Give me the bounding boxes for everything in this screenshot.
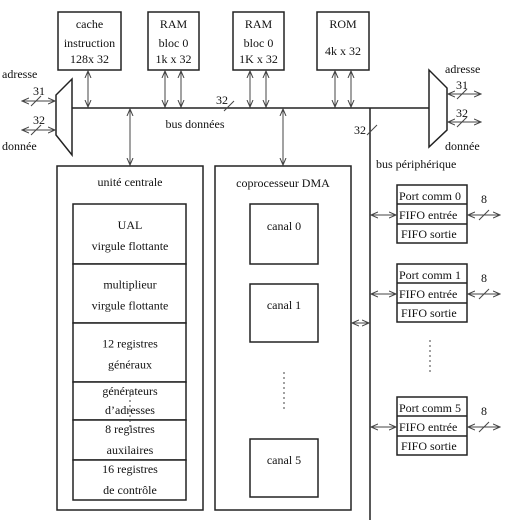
fifo-out-label: FIFO sortie	[401, 306, 457, 320]
fifo-out-label: FIFO sortie	[401, 439, 457, 453]
fifo-out-label: FIFO sortie	[401, 227, 457, 241]
cpu-unit	[72, 203, 187, 265]
memory-label: cache	[76, 17, 103, 31]
left-address-label: adresse	[2, 67, 37, 81]
right-address-label: adresse	[445, 62, 480, 76]
memory-label: bloc 0	[244, 36, 274, 50]
left-data-width: 32	[33, 113, 45, 127]
fifo-in-label: FIFO entrée	[399, 287, 457, 301]
fifo-in-label: FIFO entrée	[399, 420, 457, 434]
bus-width-label: 32	[216, 93, 228, 107]
memory-label: RAM	[245, 17, 273, 31]
fifo-in-label: FIFO entrée	[399, 208, 457, 222]
memory-label: RAM	[160, 17, 188, 31]
comm-port-name: Port comm 5	[399, 401, 461, 415]
dma-channel-label: canal 5	[267, 453, 301, 467]
comm-port-width: 8	[481, 404, 487, 418]
cpu-unit-label: virgule flottante	[92, 239, 169, 253]
left-multiplexer	[55, 77, 73, 158]
memory-label: ROM	[329, 17, 357, 31]
dma-channel-label: canal 0	[267, 219, 301, 233]
cpu-unit	[72, 322, 187, 383]
right-multiplexer	[428, 68, 448, 149]
comm-port-width: 8	[481, 271, 487, 285]
memory-label: 1K x 32	[239, 52, 278, 66]
comm-port-width: 8	[481, 192, 487, 206]
right-data-label: donnée	[445, 139, 480, 153]
peripheral-bus-label: bus périphérique	[376, 157, 456, 171]
comm-port-name: Port comm 0	[399, 189, 461, 203]
slash	[366, 124, 378, 136]
peripheral-width-label: 32	[354, 123, 366, 137]
cpu-unit-label: virgule flottante	[92, 298, 169, 312]
cpu-unit-label: auxilaires	[107, 443, 154, 457]
data-bus-label: bus données	[166, 117, 225, 131]
memory-label: bloc 0	[159, 36, 189, 50]
dma-title: coprocesseur DMA	[236, 176, 330, 190]
comm-port-name: Port comm 1	[399, 268, 461, 282]
cpu-unit-label: généraux	[108, 357, 152, 371]
cpu-title: unité centrale	[98, 175, 163, 189]
cpu-unit-label: UAL	[118, 218, 143, 232]
cpu-unit-label: de contrôle	[103, 483, 157, 497]
memory-label: instruction	[64, 36, 115, 50]
dma-channel	[249, 283, 319, 343]
left-data-label: donnée	[2, 139, 37, 153]
memory-label: 128x 32	[70, 52, 109, 66]
cpu-unit-label: 12 registres	[102, 337, 158, 351]
cpu-unit	[72, 263, 187, 324]
dma-channel	[249, 438, 319, 498]
architecture-diagram: cache instruction 128x 32 RAM bloc 0 1k x 32 R…	[2, 11, 507, 520]
memory-label: 4k x 32	[325, 44, 361, 58]
cpu-unit-label: multiplieur	[103, 278, 156, 292]
cpu-unit-label: 8 registres	[105, 422, 155, 436]
memory-label: 1k x 32	[156, 52, 192, 66]
dma-channel-label: canal 1	[267, 298, 301, 312]
cpu-unit-label: 16 registres	[102, 462, 158, 476]
dma-channel	[249, 203, 319, 265]
left-address-width: 31	[33, 84, 45, 98]
